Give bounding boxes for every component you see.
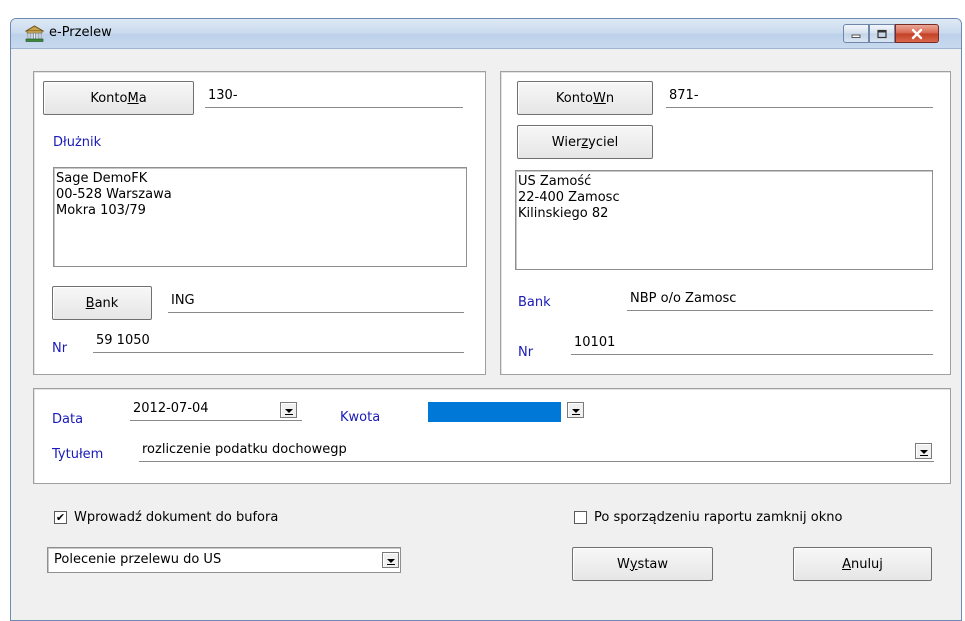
creditor-address-line: 22-400 Zamosc [518, 190, 620, 205]
minimize-button[interactable] [843, 24, 869, 43]
creditor-address-line: Kilinskiego 82 [518, 206, 609, 221]
konto-wn-suffix: n [605, 90, 615, 106]
creditor-address[interactable]: US Zamość 22-400 Zamosc Kilinskiego 82 [515, 170, 933, 270]
debtor-address-line: Sage DemoFK [56, 171, 148, 186]
debtor-nr-value[interactable]: 59 1050 [93, 332, 464, 353]
creditor-bank-value[interactable]: NBP o/o Zamosc [627, 290, 933, 311]
konto-ma-suffix: a [138, 90, 147, 106]
date-dropdown-button[interactable] [280, 402, 297, 418]
dropdown-arrow-icon [386, 558, 395, 563]
date-field[interactable]: 2012-07-04 [130, 400, 302, 421]
wystaw-button[interactable]: Wy staw [572, 547, 713, 581]
konto-ma-button[interactable]: Konto Ma [43, 81, 194, 115]
konto-wn-accel: W [593, 90, 606, 106]
kwota-label: Kwota [340, 410, 381, 425]
konto-ma-value[interactable]: 130- [205, 87, 463, 108]
close-window-checkbox-label[interactable]: Po sporządzeniu raportu zamknij okno [594, 510, 842, 525]
bank-accel: B [85, 295, 95, 311]
dropdown-arrow-icon [919, 449, 928, 454]
buffer-checkbox-label[interactable]: Wprowadź dokument do bufora [74, 510, 278, 525]
creditor-nr-value[interactable]: 10101 [571, 334, 933, 355]
dropdown-arrow-icon [284, 408, 293, 413]
tytulem-dropdown-button[interactable] [915, 443, 932, 459]
konto-wn-button[interactable]: Konto Wn [517, 81, 653, 115]
debtor-address[interactable]: Sage DemoFK 00-528 Warszawa Mokra 103/79 [53, 167, 467, 267]
document-type-value: Polecenie przelewu do US [54, 552, 222, 567]
tytulem-value: rozliczenie podatku dochowegp [142, 442, 347, 457]
debtor-address-line: Mokra 103/79 [56, 203, 146, 218]
wystaw-suffix: staw [637, 556, 669, 572]
wystaw-accel: y [629, 556, 638, 572]
konto-ma-accel: M [127, 90, 139, 106]
konto-wn-value[interactable]: 871- [666, 87, 933, 108]
document-type-select[interactable]: Polecenie przelewu do US [47, 547, 401, 573]
e-przelew-window: e-Przelew Konto Ma 130- Dłużnik Sage Dem… [10, 18, 962, 621]
debtor-address-line: 00-528 Warszawa [56, 187, 172, 202]
wierzyciel-button[interactable]: Wier z yciel [517, 125, 653, 159]
anuluj-accel: A [842, 556, 851, 572]
creditor-nr-label: Nr [518, 345, 534, 360]
wierzyciel-accel: z [581, 134, 589, 150]
konto-ma-prefix: Konto [90, 90, 128, 106]
wystaw-prefix: W [616, 556, 630, 572]
creditor-address-line: US Zamość [518, 174, 592, 189]
window-title: e-Przelew [49, 25, 112, 40]
bank-button[interactable]: Bank [52, 286, 152, 320]
dluznik-label: Dłużnik [53, 135, 102, 150]
maximize-icon [877, 29, 887, 38]
kwota-field[interactable] [428, 402, 561, 422]
anuluj-suffix: nuluj [850, 556, 883, 572]
tytulem-label: Tytułem [52, 447, 104, 462]
debtor-nr-label: Nr [52, 341, 68, 356]
checkmark-icon: ✔ [55, 511, 66, 524]
anuluj-button[interactable]: Anuluj [793, 547, 932, 581]
maximize-button[interactable] [869, 24, 895, 43]
close-icon [911, 28, 923, 39]
dropdown-arrow-icon [571, 408, 580, 413]
title-bar[interactable]: e-Przelew [11, 19, 961, 49]
creditor-bank-label: Bank [518, 295, 551, 310]
debtor-bank-value[interactable]: ING [168, 292, 464, 313]
close-button[interactable] [895, 24, 939, 43]
kwota-dropdown-button[interactable] [567, 402, 584, 418]
bank-app-icon [25, 25, 44, 42]
data-label: Data [52, 412, 84, 427]
buffer-checkbox[interactable]: ✔ [54, 511, 67, 524]
bank-suffix: ank [94, 295, 119, 311]
close-window-checkbox[interactable] [574, 511, 587, 524]
minimize-icon [851, 34, 861, 38]
wierzyciel-suffix: yciel [588, 134, 619, 150]
date-value: 2012-07-04 [133, 401, 209, 416]
wierzyciel-prefix: Wier [551, 134, 582, 150]
tytulem-field[interactable]: rozliczenie podatku dochowegp [139, 441, 934, 462]
konto-wn-prefix: Konto [555, 90, 593, 106]
document-type-dropdown-button[interactable] [382, 552, 399, 568]
